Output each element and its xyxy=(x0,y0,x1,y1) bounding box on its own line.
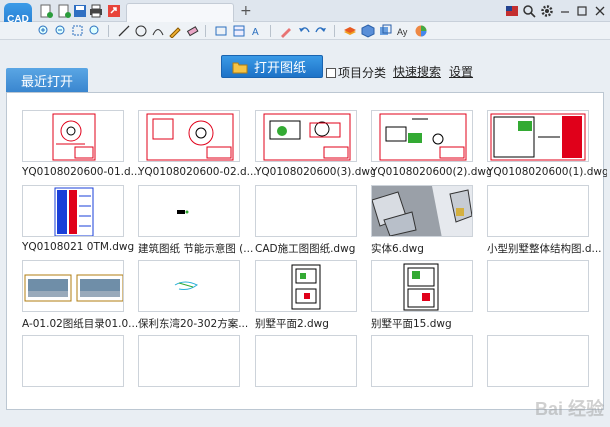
cad-drawing-thumbnail xyxy=(177,210,189,214)
cad-drawing-thumbnail xyxy=(263,113,351,161)
settings-link[interactable]: 设置 xyxy=(449,63,473,80)
file-thumbnail[interactable] xyxy=(371,260,473,312)
empty-thumbnail xyxy=(138,335,240,387)
solid-model-thumbnail xyxy=(372,186,472,236)
file-name[interactable]: 建筑图纸 节能示意图 (... xyxy=(138,241,258,256)
toolbar-separator xyxy=(205,25,206,37)
open-file-icon[interactable] xyxy=(56,3,72,19)
print-icon[interactable] xyxy=(88,3,104,19)
file-name[interactable]: CAD施工图图纸.dwg xyxy=(255,241,375,256)
open-drawing-label: 打开图纸 xyxy=(254,61,307,76)
file-thumbnail[interactable] xyxy=(22,185,124,237)
measure-icon[interactable]: Ay xyxy=(395,23,411,39)
file-name[interactable]: YQ0108020600(2).dwg xyxy=(371,166,491,178)
zoom-in-icon[interactable] xyxy=(36,23,52,39)
file-thumbnail[interactable] xyxy=(138,185,240,237)
circle-icon[interactable] xyxy=(133,23,149,39)
toolbar-separator xyxy=(334,25,335,37)
eraser-icon[interactable] xyxy=(184,23,200,39)
empty-thumbnail xyxy=(22,335,124,387)
cad-drawing-thumbnail xyxy=(146,113,234,161)
open-drawing-button[interactable]: 打开图纸 xyxy=(221,55,323,78)
file-thumbnail[interactable] xyxy=(487,260,589,312)
toolbar-separator xyxy=(270,25,271,37)
highlighter-icon[interactable] xyxy=(278,23,294,39)
zoom-icon[interactable] xyxy=(521,3,537,19)
file-name[interactable]: 别墅平面2.dwg xyxy=(255,316,375,331)
cad-drawing-thumbnail xyxy=(490,113,586,161)
file-name[interactable]: A-01.02图纸目录01.0... xyxy=(22,316,142,331)
file-thumbnail[interactable] xyxy=(255,260,357,312)
file-thumbnail[interactable] xyxy=(371,185,473,237)
file-name[interactable]: 实体6.dwg xyxy=(371,241,491,256)
text-icon[interactable]: A xyxy=(249,23,265,39)
cad-drawing-thumbnail xyxy=(174,281,198,290)
zoom-window-icon[interactable] xyxy=(70,23,86,39)
cad-drawing-thumbnail xyxy=(52,113,96,161)
svg-text:Ay: Ay xyxy=(397,27,408,37)
rectangle-icon[interactable] xyxy=(213,23,229,39)
cad-drawing-thumbnail xyxy=(24,274,123,302)
file-thumbnail[interactable] xyxy=(371,110,473,162)
empty-thumbnail xyxy=(255,335,357,387)
zoom-extents-icon[interactable] xyxy=(87,23,103,39)
tab-recent[interactable]: 最近打开 xyxy=(6,68,88,92)
file-thumbnail[interactable] xyxy=(255,110,357,162)
file-name[interactable]: YQ0108020600-02.d... xyxy=(138,166,258,178)
file-name[interactable]: 别墅平面15.dwg xyxy=(371,316,491,331)
file-thumbnail[interactable] xyxy=(22,110,124,162)
redo-icon[interactable] xyxy=(313,23,329,39)
file-thumbnail[interactable] xyxy=(487,110,589,162)
zoom-out-icon[interactable] xyxy=(53,23,69,39)
file-name[interactable]: 小型别墅整体结构图.d... xyxy=(487,241,607,256)
svg-text:A: A xyxy=(252,27,259,38)
empty-thumbnail xyxy=(371,335,473,387)
cube-icon[interactable] xyxy=(360,23,376,39)
project-classify-label[interactable]: 项目分类 xyxy=(338,64,386,81)
toolbar-separator xyxy=(108,25,109,37)
layers-icon[interactable] xyxy=(342,23,358,39)
file-thumbnail[interactable] xyxy=(255,185,357,237)
file-name[interactable]: YQ0108020600-01.d... xyxy=(22,166,142,178)
file-thumbnail[interactable] xyxy=(487,185,589,237)
minimize-icon[interactable] xyxy=(557,3,573,19)
3d-view-icon[interactable] xyxy=(377,23,393,39)
title-bar: CAD + xyxy=(0,0,610,37)
cad-drawing-thumbnail xyxy=(291,264,321,310)
cad-drawing-thumbnail xyxy=(379,113,467,161)
close-icon[interactable] xyxy=(592,3,608,19)
file-name[interactable]: YQ0108021 0TM.dwg xyxy=(22,241,142,253)
watermark: Bai 经验 xyxy=(534,399,604,419)
line-icon[interactable] xyxy=(116,23,132,39)
file-name[interactable]: 保利东湾20-302方案... xyxy=(138,316,258,331)
flag-icon[interactable] xyxy=(504,3,520,19)
color-wheel-icon[interactable] xyxy=(413,23,429,39)
cad-drawing-thumbnail xyxy=(403,263,439,311)
arc-icon[interactable] xyxy=(150,23,166,39)
checkbox-box[interactable] xyxy=(326,67,336,78)
folder-icon xyxy=(232,62,248,73)
toolbar: A Ay xyxy=(0,22,610,40)
save-icon[interactable] xyxy=(72,3,88,19)
quick-search-link[interactable]: 快速搜索 xyxy=(393,63,441,80)
add-tab-button[interactable]: + xyxy=(240,2,252,20)
file-thumbnail[interactable] xyxy=(22,260,124,312)
undo-icon[interactable] xyxy=(296,23,312,39)
document-tab[interactable] xyxy=(126,3,234,22)
cad-drawing-thumbnail xyxy=(54,187,94,236)
export-icon[interactable] xyxy=(106,3,122,19)
pencil-icon[interactable] xyxy=(167,23,183,39)
file-name[interactable]: YQ0108020600(3).dwg xyxy=(255,166,375,178)
maximize-icon[interactable] xyxy=(574,3,590,19)
file-thumbnail[interactable] xyxy=(138,110,240,162)
file-thumbnail[interactable] xyxy=(138,260,240,312)
layout-icon[interactable] xyxy=(231,23,247,39)
empty-thumbnail xyxy=(487,335,589,387)
file-name[interactable]: YQ0108020600(1).dwg xyxy=(487,166,607,178)
project-classify-checkbox[interactable]: 项目分类 xyxy=(326,64,386,81)
new-file-icon[interactable] xyxy=(38,3,54,19)
gear-icon[interactable] xyxy=(539,3,555,19)
